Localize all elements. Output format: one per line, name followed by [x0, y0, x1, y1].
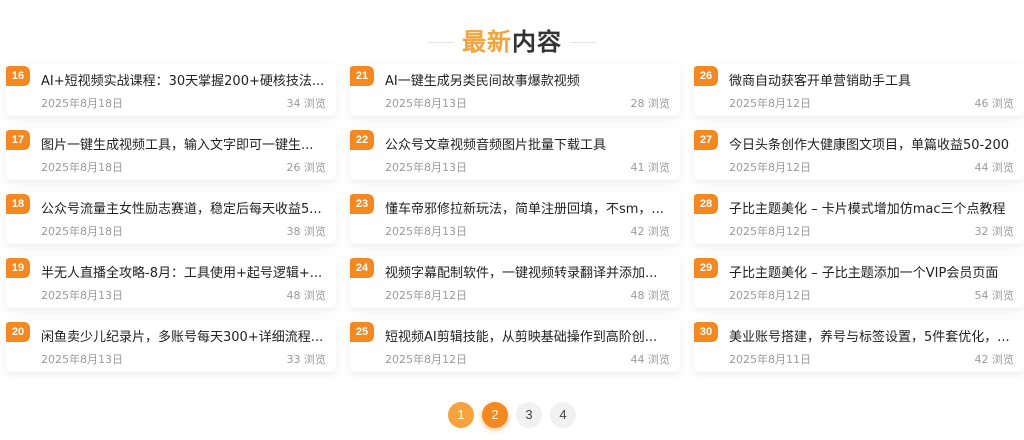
card-date: 2025年8月12日 [729, 225, 811, 238]
card-views: 32 浏览 [974, 225, 1015, 238]
card-date: 2025年8月13日 [385, 161, 467, 174]
card-views: 48 浏览 [630, 289, 671, 302]
pagination: 1 2 3 4 [0, 402, 1024, 430]
content-card[interactable]: 28 子比主题美化 – 卡片模式增加仿mac三个点教程 2025年8月12日 3… [694, 192, 1024, 244]
card-views: 54 浏览 [974, 289, 1015, 302]
content-card[interactable]: 23 懂车帝邪修拉新玩法，简单注册回填，不sm，... 2025年8月13日 4… [350, 192, 680, 244]
rank-badge: 18 [6, 194, 30, 214]
latest-content-section: 最新内容 16 AI+短视频实战课程：30天掌握200+硬核技法... 2025… [0, 0, 1024, 440]
card-views: 42 浏览 [630, 225, 671, 238]
card-title-link[interactable]: 子比主题美化 – 卡片模式增加仿mac三个点教程 [729, 200, 1013, 220]
section-header: 最新内容 [0, 22, 1024, 62]
content-card[interactable]: 16 AI+短视频实战课程：30天掌握200+硬核技法... 2025年8月18… [6, 64, 336, 116]
card-date: 2025年8月13日 [41, 289, 123, 302]
rank-badge: 29 [694, 258, 718, 278]
rank-badge: 25 [350, 322, 374, 342]
content-card[interactable]: 26 微商自动获客开单营销助手工具 2025年8月12日 46 浏览 [694, 64, 1024, 116]
rank-badge: 28 [694, 194, 718, 214]
content-card[interactable]: 30 美业账号搭建，养号与标签设置，5件套优化，... 2025年8月11日 4… [694, 320, 1024, 372]
card-views: 38 浏览 [286, 225, 327, 238]
content-card[interactable]: 21 AI一键生成另类民间故事爆款视频 2025年8月13日 28 浏览 [350, 64, 680, 116]
card-date: 2025年8月13日 [385, 97, 467, 110]
content-card[interactable]: 18 公众号流量主女性励志赛道，稳定后每天收益5... 2025年8月18日 3… [6, 192, 336, 244]
card-views: 28 浏览 [630, 97, 671, 110]
rank-badge: 30 [694, 322, 718, 342]
card-title-link[interactable]: 图片一键生成视频工具，输入文字即可一键生... [41, 136, 325, 156]
card-title-link[interactable]: 闲鱼卖少儿纪录片，多账号每天300+详细流程... [41, 328, 325, 348]
card-title-link[interactable]: AI一键生成另类民间故事爆款视频 [385, 72, 669, 92]
card-title-link[interactable]: 今日头条创作大健康图文项目，单篇收益50-200 [729, 136, 1013, 156]
page-button-2-current[interactable]: 2 [482, 402, 508, 428]
rank-badge: 20 [6, 322, 30, 342]
card-title-link[interactable]: 公众号文章视频音频图片批量下载工具 [385, 136, 669, 156]
card-title-link[interactable]: 半无人直播全攻略-8月：工具使用+起号逻辑+... [41, 264, 325, 284]
card-views: 44 浏览 [630, 353, 671, 366]
card-title-link[interactable]: 懂车帝邪修拉新玩法，简单注册回填，不sm，... [385, 200, 669, 220]
content-card[interactable]: 29 子比主题美化 – 子比主题添加一个VIP会员页面 2025年8月12日 5… [694, 256, 1024, 308]
card-date: 2025年8月13日 [41, 353, 123, 366]
card-title-link[interactable]: 子比主题美化 – 子比主题添加一个VIP会员页面 [729, 264, 1013, 284]
card-title-link[interactable]: 微商自动获客开单营销助手工具 [729, 72, 1013, 92]
card-date: 2025年8月13日 [385, 225, 467, 238]
card-views: 33 浏览 [286, 353, 327, 366]
content-card[interactable]: 17 图片一键生成视频工具，输入文字即可一键生... 2025年8月18日 26… [6, 128, 336, 180]
card-date: 2025年8月11日 [729, 353, 811, 366]
card-views: 41 浏览 [630, 161, 671, 174]
card-title-link[interactable]: 公众号流量主女性励志赛道，稳定后每天收益5... [41, 200, 325, 220]
card-views: 26 浏览 [286, 161, 327, 174]
card-date: 2025年8月18日 [41, 225, 123, 238]
card-views: 44 浏览 [974, 161, 1015, 174]
card-title-link[interactable]: 视频字幕配制软件，一键视频转录翻译并添加... [385, 264, 669, 284]
card-date: 2025年8月12日 [385, 289, 467, 302]
rank-badge: 24 [350, 258, 374, 278]
card-date: 2025年8月12日 [385, 353, 467, 366]
section-title: 最新内容 [462, 22, 562, 62]
rank-badge: 27 [694, 130, 718, 150]
card-date: 2025年8月12日 [729, 97, 811, 110]
card-views: 46 浏览 [974, 97, 1015, 110]
card-views: 48 浏览 [286, 289, 327, 302]
rank-badge: 23 [350, 194, 374, 214]
rank-badge: 17 [6, 130, 30, 150]
title-divider-left [428, 41, 454, 43]
rank-badge: 22 [350, 130, 374, 150]
content-card[interactable]: 19 半无人直播全攻略-8月：工具使用+起号逻辑+... 2025年8月13日 … [6, 256, 336, 308]
section-title-rest: 内容 [512, 28, 562, 56]
content-card[interactable]: 20 闲鱼卖少儿纪录片，多账号每天300+详细流程... 2025年8月13日 … [6, 320, 336, 372]
page-button-4[interactable]: 4 [550, 402, 576, 428]
rank-badge: 19 [6, 258, 30, 278]
card-title-link[interactable]: 短视频AI剪辑技能，从剪映基础操作到高阶创... [385, 328, 669, 348]
content-card[interactable]: 25 短视频AI剪辑技能，从剪映基础操作到高阶创... 2025年8月12日 4… [350, 320, 680, 372]
content-card[interactable]: 27 今日头条创作大健康图文项目，单篇收益50-200 2025年8月12日 4… [694, 128, 1024, 180]
card-views: 34 浏览 [286, 97, 327, 110]
content-card[interactable]: 24 视频字幕配制软件，一键视频转录翻译并添加... 2025年8月12日 48… [350, 256, 680, 308]
card-date: 2025年8月12日 [729, 161, 811, 174]
page-button-1[interactable]: 1 [448, 402, 474, 428]
title-divider-right [570, 41, 596, 43]
card-title-link[interactable]: 美业账号搭建，养号与标签设置，5件套优化，... [729, 328, 1013, 348]
content-card[interactable]: 22 公众号文章视频音频图片批量下载工具 2025年8月13日 41 浏览 [350, 128, 680, 180]
card-date: 2025年8月12日 [729, 289, 811, 302]
card-date: 2025年8月18日 [41, 97, 123, 110]
card-views: 42 浏览 [974, 353, 1015, 366]
card-date: 2025年8月18日 [41, 161, 123, 174]
rank-badge: 26 [694, 66, 718, 86]
rank-badge: 21 [350, 66, 374, 86]
page-button-3[interactable]: 3 [516, 402, 542, 428]
section-title-highlight: 最新 [462, 28, 512, 56]
rank-badge: 16 [6, 66, 30, 86]
card-title-link[interactable]: AI+短视频实战课程：30天掌握200+硬核技法... [41, 72, 325, 92]
